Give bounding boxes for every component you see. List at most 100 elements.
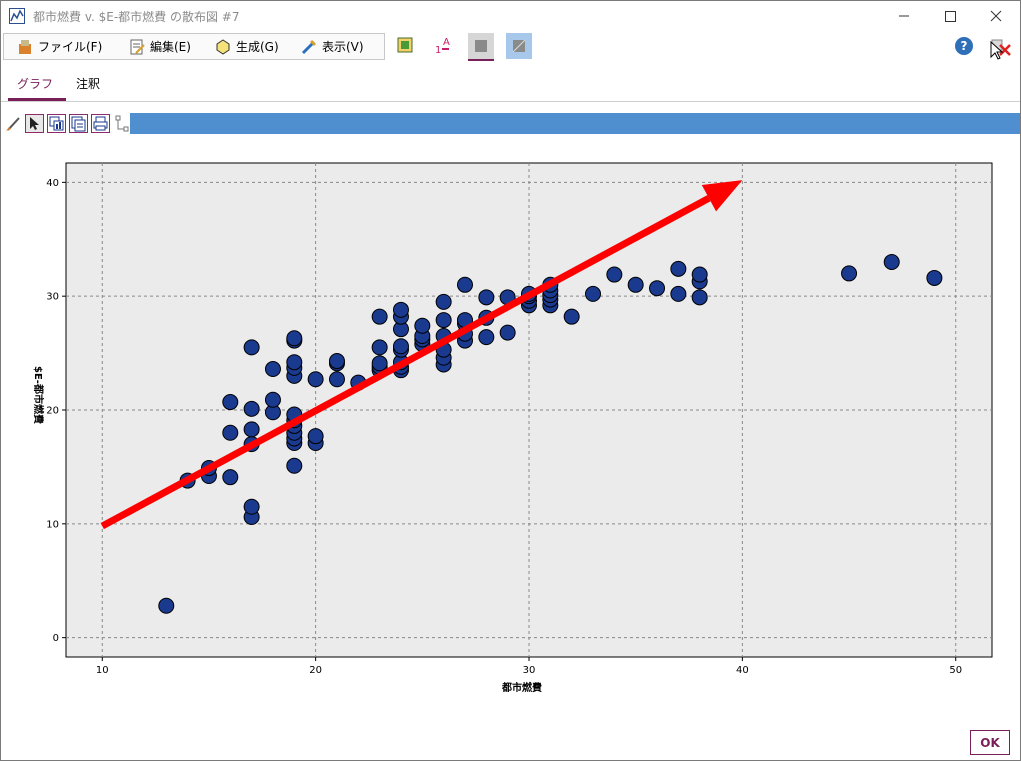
data-point bbox=[286, 330, 303, 347]
menu-view-label: 表示(V) bbox=[322, 40, 364, 54]
data-point bbox=[307, 371, 324, 388]
gray-square-button[interactable] bbox=[468, 33, 494, 61]
ok-button[interactable]: OK bbox=[970, 730, 1010, 755]
data-point bbox=[670, 260, 687, 277]
data-point bbox=[371, 355, 388, 372]
data-point bbox=[691, 266, 708, 283]
data-point bbox=[670, 285, 687, 302]
print-icon bbox=[93, 116, 108, 131]
data-point bbox=[222, 469, 239, 486]
data-point bbox=[392, 301, 409, 318]
data-point bbox=[649, 280, 666, 297]
gray-square-icon bbox=[468, 33, 494, 59]
data-point bbox=[328, 371, 345, 388]
data-point bbox=[264, 391, 281, 408]
y-tick-label: 30 bbox=[46, 292, 59, 303]
data-point bbox=[392, 338, 409, 355]
x-tick-label: 20 bbox=[309, 665, 322, 676]
y-tick-label: 0 bbox=[53, 633, 59, 644]
minimize-button[interactable] bbox=[881, 1, 927, 31]
y-tick-label: 10 bbox=[46, 519, 59, 530]
data-point bbox=[307, 428, 324, 445]
data-point bbox=[243, 339, 260, 356]
menu-generate[interactable]: 生成(G) bbox=[214, 34, 279, 59]
tab-annotations[interactable]: 注釈 bbox=[76, 75, 100, 92]
select-values-button[interactable] bbox=[393, 33, 419, 59]
active-tab-indicator bbox=[8, 98, 66, 101]
menu-file-label: ファイル(F) bbox=[38, 40, 103, 54]
data-point bbox=[158, 597, 175, 614]
maximize-icon bbox=[945, 11, 956, 22]
data-point bbox=[222, 424, 239, 441]
window-title: 都市燃費 v. $E-都市燃費 の散布図 #7 bbox=[33, 10, 240, 24]
print-button[interactable] bbox=[91, 114, 110, 133]
data-point bbox=[841, 265, 858, 282]
data-point bbox=[286, 354, 303, 371]
help-button[interactable]: ? bbox=[955, 37, 973, 55]
data-point bbox=[371, 308, 388, 325]
menu-edit[interactable]: 編集(E) bbox=[128, 34, 191, 59]
graph-toolbar-bar bbox=[130, 113, 1020, 134]
active-indicator bbox=[468, 59, 494, 61]
graph-toolbar bbox=[1, 113, 1020, 134]
y-tick-label: 40 bbox=[46, 178, 59, 189]
data-point bbox=[243, 498, 260, 515]
tab-bar: グラフ 注釈 bbox=[1, 67, 1020, 102]
diagonal-square-icon bbox=[506, 33, 532, 59]
data-point bbox=[414, 317, 431, 334]
data-point bbox=[371, 339, 388, 356]
data-point bbox=[478, 289, 495, 306]
menu-file[interactable]: ファイル(F) bbox=[16, 34, 102, 59]
title-bar: 都市燃費 v. $E-都市燃費 の散布図 #7 bbox=[1, 1, 1020, 31]
close-button[interactable] bbox=[973, 1, 1019, 31]
brush-icon bbox=[6, 117, 20, 131]
data-point bbox=[691, 289, 708, 306]
tab-graph[interactable]: グラフ bbox=[17, 75, 53, 92]
y-axis-label: $E-都市燃費 bbox=[32, 366, 45, 424]
data-point bbox=[286, 457, 303, 474]
sort-icon: 1 A bbox=[435, 37, 450, 56]
data-point bbox=[456, 276, 473, 293]
maximize-button[interactable] bbox=[927, 1, 973, 31]
file-menu-icon bbox=[19, 39, 31, 54]
delete-node-icon bbox=[990, 39, 1011, 60]
pointer-button[interactable] bbox=[25, 114, 44, 133]
view-menu-icon bbox=[301, 39, 316, 54]
menu-generate-label: 生成(G) bbox=[236, 40, 279, 54]
x-tick-label: 40 bbox=[736, 665, 749, 676]
pointer-icon bbox=[30, 117, 39, 130]
data-point bbox=[328, 353, 345, 370]
x-axis-label: 都市燃費 bbox=[501, 681, 542, 694]
data-point bbox=[926, 269, 943, 286]
svg-text:A: A bbox=[443, 37, 450, 48]
data-point bbox=[627, 276, 644, 293]
scatterplot-app-icon bbox=[9, 8, 25, 24]
data-point bbox=[243, 400, 260, 417]
scatter-chart: 10 20 30 40 50 0 10 20 30 40 都市燃費 $E-都市燃費 bbox=[32, 162, 993, 694]
data-point bbox=[499, 324, 516, 341]
generate-menu-icon bbox=[216, 38, 230, 55]
brush-button[interactable] bbox=[4, 114, 23, 133]
menu-bar: ファイル(F) 編集(E) 生成(G) 表示(V) bbox=[3, 33, 385, 60]
x-tick-label: 30 bbox=[523, 665, 536, 676]
copy-chart-button[interactable] bbox=[69, 114, 88, 133]
sort-button[interactable]: 1 A bbox=[431, 33, 457, 59]
chart-window: 都市燃費 v. $E-都市燃費 の散布図 #7 ファイル(F) 編集(E) 生成… bbox=[0, 0, 1021, 761]
data-point bbox=[606, 266, 623, 283]
edit-menu-icon bbox=[130, 39, 145, 54]
region-button[interactable] bbox=[47, 114, 66, 133]
region-icon bbox=[49, 116, 64, 131]
data-point bbox=[585, 285, 602, 302]
data-point bbox=[222, 394, 239, 411]
x-tick-label: 50 bbox=[949, 665, 962, 676]
delete-button[interactable] bbox=[988, 35, 1014, 61]
data-point bbox=[435, 312, 452, 329]
data-point bbox=[883, 254, 900, 271]
data-point bbox=[563, 308, 580, 325]
menu-view[interactable]: 表示(V) bbox=[300, 34, 364, 59]
data-point bbox=[264, 361, 281, 378]
y-tick-label: 20 bbox=[46, 406, 59, 417]
diagonal-square-button[interactable] bbox=[506, 33, 532, 59]
minimize-icon bbox=[899, 15, 909, 17]
menu-edit-label: 編集(E) bbox=[150, 40, 191, 54]
